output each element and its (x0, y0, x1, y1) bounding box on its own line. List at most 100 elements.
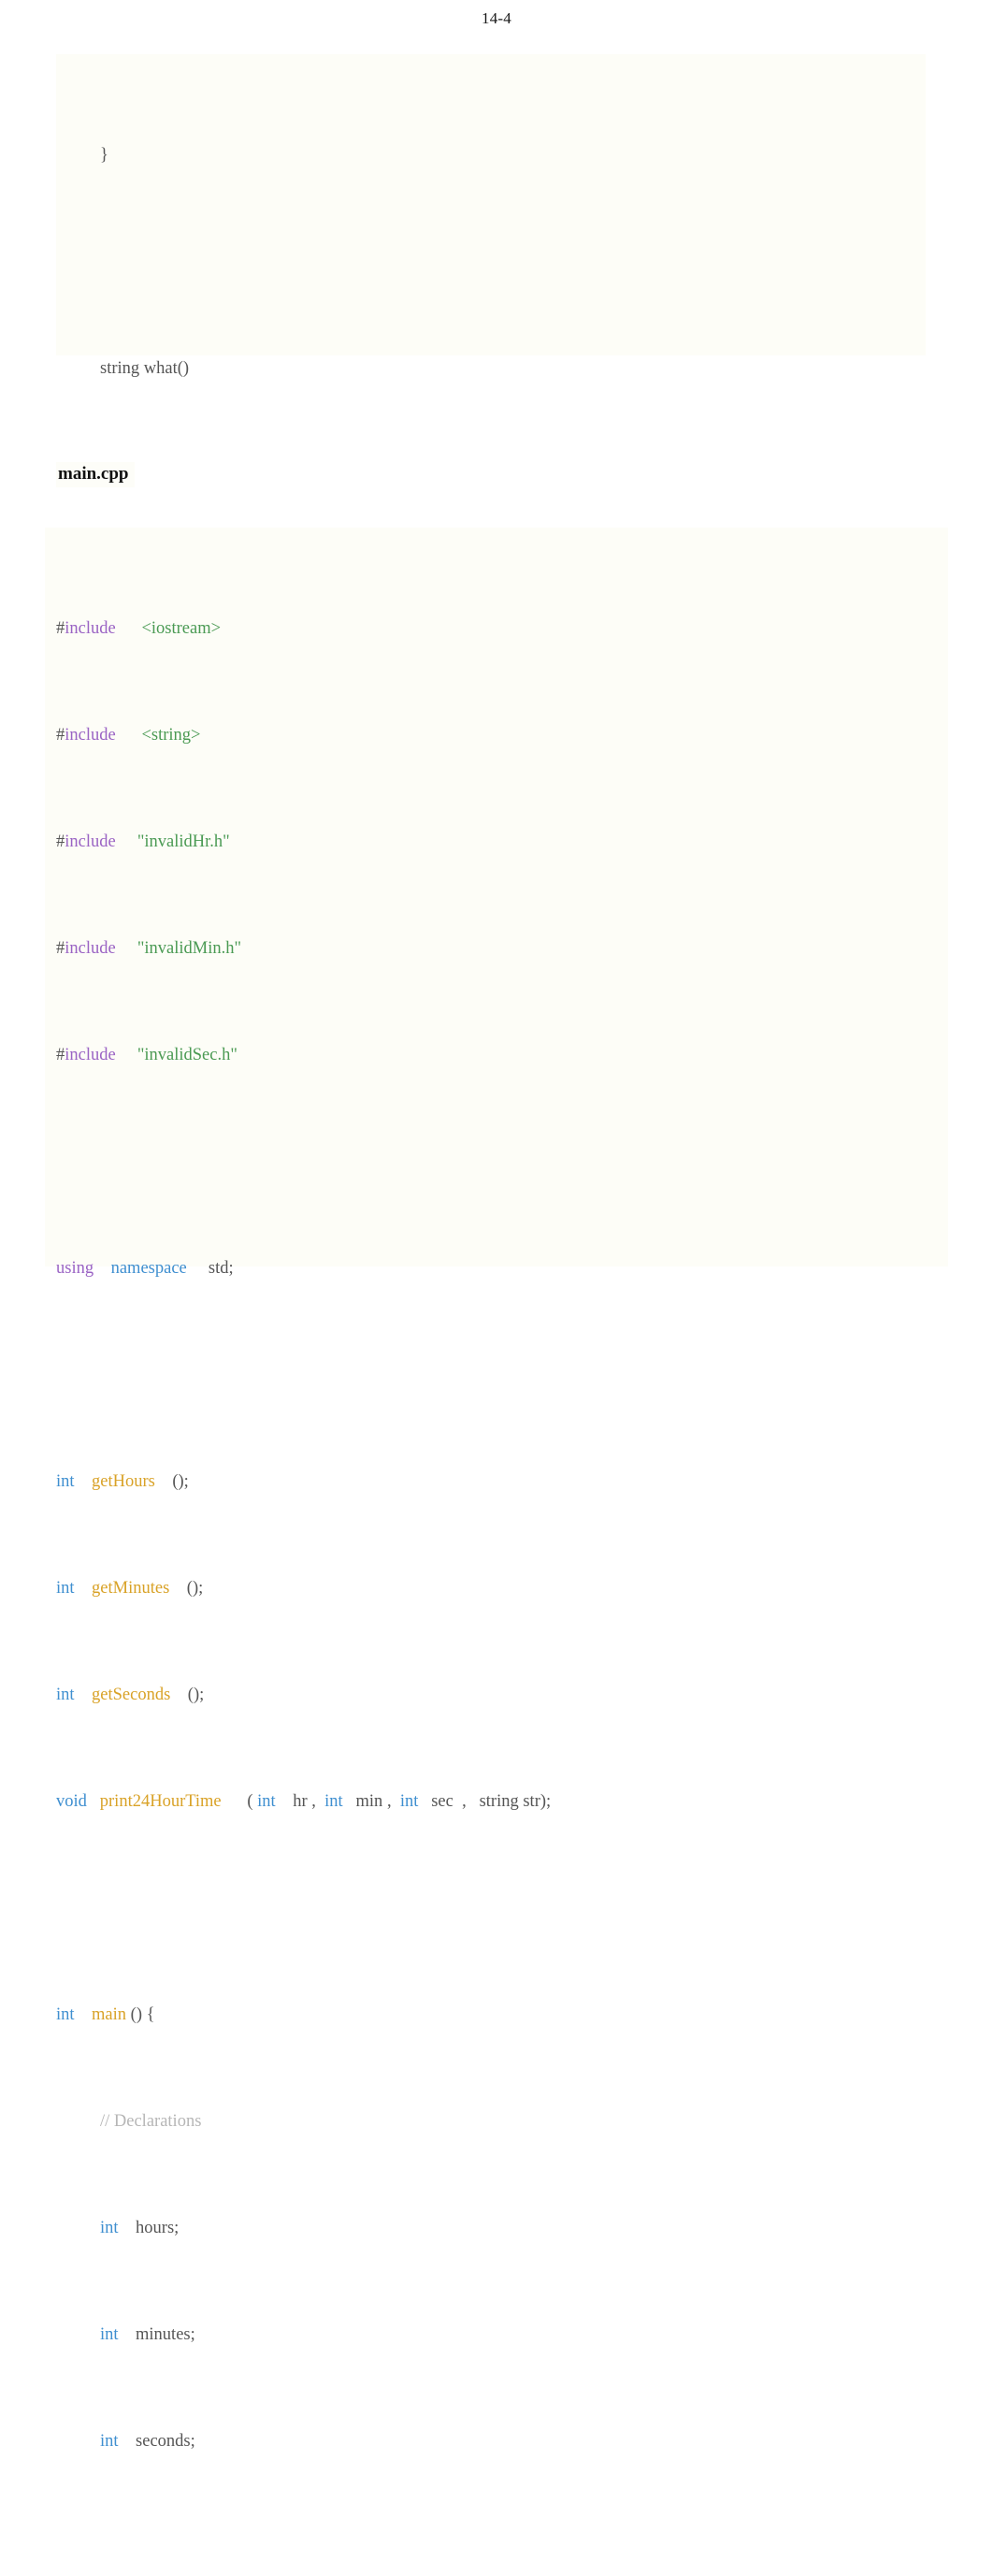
code-gap (116, 1046, 137, 1064)
code-line-main-signature: int main () { (56, 2002, 948, 2029)
code-gap (75, 1472, 93, 1491)
code-token-function-name: getMinutes (92, 1578, 170, 1598)
file-label-main-cpp: main.cpp (56, 462, 135, 487)
code-token-include-path: "invalidMin.h" (137, 938, 242, 958)
code-gap (276, 1792, 294, 1811)
code-token-include-directive: include (65, 832, 116, 851)
code-token-include-path: "invalidSec.h" (137, 1045, 237, 1064)
code-token-return-type: int (56, 2004, 75, 2024)
code-token-return-type: int (56, 1685, 75, 1704)
code-token-function-name: print24HourTime (99, 1791, 222, 1811)
code-line-declaration: int minutes; (56, 2322, 948, 2349)
code-gap (418, 1792, 431, 1811)
code-token-param-type: int (257, 1791, 276, 1811)
code-gap (170, 1686, 188, 1704)
code-token-return-type: int (56, 1578, 75, 1598)
code-token-include-directive: include (65, 725, 116, 745)
code-gap (119, 2325, 137, 2344)
code-gap (75, 1686, 93, 1704)
code-token-param-type: int (324, 1791, 343, 1811)
page-number: 14-4 (482, 9, 511, 27)
code-token-var-type: int (100, 2324, 119, 2344)
code-line: string what() (56, 355, 926, 383)
code-token-namespace-name: std; (208, 1258, 234, 1278)
code-gap (116, 726, 142, 745)
code-gap (116, 832, 137, 851)
code-token-main-tail: () { (130, 2004, 155, 2024)
code-gap (75, 1579, 93, 1598)
code-line-print-prototype: void print24HourTime ( int hr , int min … (56, 1788, 948, 1816)
code-gap (119, 2219, 137, 2237)
code-gap (222, 1792, 248, 1811)
code-token-hash: # (56, 725, 65, 745)
code-token-include-directive: include (65, 938, 116, 958)
code-token-namespace-keyword: namespace (110, 1258, 187, 1278)
code-token-include-path: <iostream> (141, 618, 222, 638)
code-token-function-name: getHours (92, 1471, 155, 1491)
code-gap (467, 1792, 480, 1811)
code-token-prototype-tail: (); (172, 1471, 189, 1491)
code-token-param-name: min (355, 1791, 383, 1811)
code-token-function-name: main (92, 2004, 127, 2024)
code-line-include: #include <iostream> (56, 615, 948, 643)
code-line-prototype: int getHours (); (56, 1469, 948, 1496)
code-gap (316, 1792, 324, 1811)
code-token-var-name: hours; (136, 2218, 180, 2237)
code-gap (87, 1792, 100, 1811)
code-token-param-string: string str); (479, 1791, 552, 1811)
code-token-hash: # (56, 618, 65, 638)
code-line-declaration: int hours; (56, 2215, 948, 2242)
code-gap (169, 1579, 187, 1598)
code-line-declaration: int seconds; (56, 2428, 948, 2455)
code-token-include-path: "invalidHr.h" (137, 832, 230, 851)
code-gap (119, 2432, 137, 2451)
code-gap (155, 1472, 173, 1491)
code-token-what-signature: string what() (100, 358, 190, 378)
code-line-include: #include <string> (56, 722, 948, 749)
code-line: } (56, 142, 926, 169)
code-token-hash: # (56, 938, 65, 958)
code-line-using: using namespace std; (56, 1255, 948, 1282)
code-token-prototype-tail: (); (187, 1685, 205, 1704)
code-token-function-name: getSeconds (92, 1685, 171, 1704)
code-line-prototype: int getMinutes (); (56, 1575, 948, 1602)
code-token-close-brace: } (100, 145, 108, 165)
code-token-include-directive: include (65, 618, 116, 638)
code-line-include: #include "invalidMin.h" (56, 935, 948, 962)
code-token-include-path: <string> (141, 725, 201, 745)
code-block-main-cpp: #include <iostream> #include <string> #i… (45, 528, 948, 2451)
code-token-using-keyword: using (56, 1258, 94, 1278)
code-block-header-file: } string what() { return message; } priv… (56, 54, 926, 1124)
code-token-include-directive: include (65, 1045, 116, 1064)
code-token-prototype-tail: (); (186, 1578, 204, 1598)
code-gap (343, 1792, 356, 1811)
code-line-prototype: int getSeconds (); (56, 1682, 948, 1709)
code-line-include: #include "invalidSec.h" (56, 1042, 948, 1069)
code-gap (116, 619, 142, 638)
code-line-include: #include "invalidHr.h" (56, 829, 948, 856)
code-token-var-type: int (100, 2218, 119, 2237)
code-gap (187, 1259, 209, 1278)
code-token-param-type: int (399, 1791, 419, 1811)
code-gap (116, 939, 137, 958)
code-token-var-name: minutes; (136, 2324, 195, 2344)
code-token-hash: # (56, 1045, 65, 1064)
code-gap (453, 1792, 462, 1811)
code-gap (392, 1792, 400, 1811)
code-token-param-name: hr (293, 1791, 308, 1811)
code-line-comment: // Declarations (56, 2108, 948, 2135)
code-token-var-name: seconds; (136, 2431, 195, 2451)
code-token-hash: # (56, 832, 65, 851)
code-token-return-type: int (56, 1471, 75, 1491)
code-token-return-type: void (56, 1791, 87, 1811)
code-gap (75, 2005, 93, 2024)
code-token-comment: // Declarations (100, 2111, 202, 2131)
code-line: { (56, 462, 926, 489)
code-token-param-name: sec (431, 1791, 453, 1811)
code-token-var-type: int (100, 2431, 119, 2451)
